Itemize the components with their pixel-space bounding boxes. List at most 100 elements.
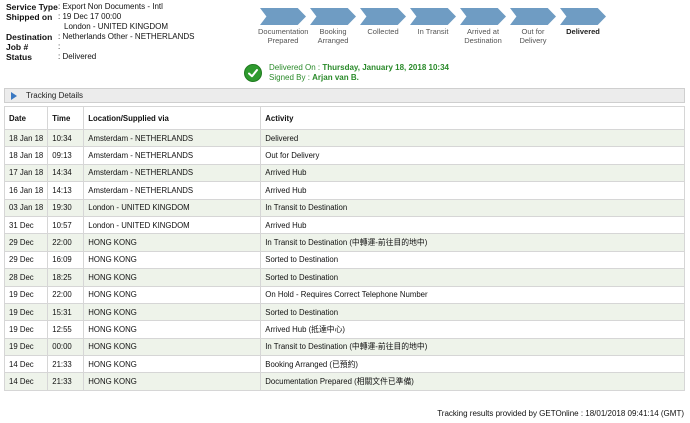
cell-location: Amsterdam - NETHERLANDS	[83, 181, 262, 200]
cell-date: 19 Dec	[3, 302, 49, 322]
step-label: Collected	[367, 27, 399, 36]
table-row: 19 Dec 00:00 HONG KONG In Transit to Des…	[3, 337, 685, 357]
cell-activity: In Transit to Destination (中轉運-前往目的地中)	[260, 337, 685, 357]
origin-value: London - UNITED KINGDOM	[64, 22, 169, 31]
cell-date: 14 Dec	[3, 372, 49, 391]
cell-time: 21:33	[47, 372, 85, 391]
cell-time: 19:30	[47, 198, 85, 217]
table-row: 17 Jan 18 14:34 Amsterdam - NETHERLANDS …	[3, 163, 685, 183]
cell-time: 14:13	[47, 181, 85, 200]
tracking-details-title: Tracking Details	[26, 91, 84, 100]
step-collected: Collected	[358, 8, 408, 45]
cell-activity: Arrived Hub	[260, 181, 685, 200]
table-row: 29 Dec 22:00 HONG KONG In Transit to Des…	[3, 233, 685, 252]
step-booking-arranged: Booking Arranged	[308, 8, 358, 45]
origin-row: London - UNITED KINGDOM	[6, 22, 256, 32]
job-label: Job #	[6, 42, 29, 52]
cell-date: 03 Jan 18	[3, 198, 49, 217]
column-header-location: Location/Supplied via	[83, 106, 262, 130]
step-label: In Transit	[417, 27, 449, 36]
cell-date: 17 Jan 18	[3, 163, 49, 183]
cell-time: 10:34	[47, 128, 85, 148]
expand-triangle-icon[interactable]	[11, 91, 17, 100]
step-in-transit: In Transit	[408, 8, 458, 45]
cell-activity: In Transit to Destination (中轉運-前往目的地中)	[260, 233, 685, 252]
table-row: 19 Dec 12:55 HONG KONG Arrived Hub (抵達中心…	[3, 320, 685, 339]
cell-time: 14:34	[47, 163, 85, 183]
status-value: : Delivered	[58, 52, 97, 61]
table-header-row: Date Time Location/Supplied via Activity	[3, 106, 685, 130]
cell-location: HONG KONG	[83, 372, 262, 391]
table-row: 03 Jan 18 19:30 London - UNITED KINGDOM …	[3, 198, 685, 217]
cell-activity: Arrived Hub (抵達中心)	[260, 320, 685, 339]
step-label: Arrived at Destination	[464, 27, 502, 45]
cell-date: 31 Dec	[3, 215, 49, 235]
column-header-time: Time	[47, 106, 85, 130]
step-documentation-prepared: Documentation Prepared	[258, 8, 308, 45]
cell-date: 19 Dec	[3, 320, 49, 339]
table-row: 19 Dec 15:31 HONG KONG Sorted to Destina…	[3, 302, 685, 322]
cell-time: 00:00	[47, 337, 85, 357]
column-header-date: Date	[3, 106, 49, 130]
cell-activity: Arrived Hub	[260, 163, 685, 183]
job-value: :	[58, 42, 61, 51]
cell-location: HONG KONG	[83, 233, 262, 252]
cell-location: London - UNITED KINGDOM	[83, 215, 262, 235]
table-row: 29 Dec 16:09 HONG KONG Sorted to Destina…	[3, 250, 685, 270]
destination-row: Destination : Netherlands Other - NETHER…	[6, 32, 256, 42]
shipped-on-row: Shipped on : 19 Dec 17 00:00	[6, 12, 256, 22]
table-row: 28 Dec 18:25 HONG KONG Sorted to Destina…	[3, 268, 685, 287]
table-row: 14 Dec 21:33 HONG KONG Documentation Pre…	[3, 372, 685, 391]
cell-activity: Out for Delivery	[260, 146, 685, 165]
service-type-row: Service Type : Export Non Documents - In…	[6, 2, 256, 12]
status-row: Status : Delivered	[6, 52, 256, 62]
cell-time: 12:55	[47, 320, 85, 339]
signed-by-line: Signed By : Arjan van B.	[269, 73, 449, 83]
cell-date: 19 Dec	[3, 285, 49, 304]
step-arrow-icon	[310, 8, 356, 25]
service-type-label: Service Type	[6, 2, 58, 12]
table-row: 14 Dec 21:33 HONG KONG Booking Arranged …	[3, 355, 685, 374]
step-label-active: Delivered	[566, 27, 600, 36]
step-arrow-icon	[260, 8, 306, 25]
cell-date: 18 Jan 18	[3, 146, 49, 165]
signed-by-value: Arjan van B.	[312, 73, 359, 82]
delivered-on-label: Delivered On :	[269, 63, 321, 72]
cell-time: 22:00	[47, 285, 85, 304]
step-label: Out for Delivery	[519, 27, 547, 45]
shipped-on-label: Shipped on	[6, 12, 53, 22]
cell-date: 18 Jan 18	[3, 128, 49, 148]
cell-location: HONG KONG	[83, 250, 262, 270]
step-arrow-icon	[510, 8, 556, 25]
shipped-on-value: : 19 Dec 17 00:00	[58, 12, 122, 21]
cell-location: Amsterdam - NETHERLANDS	[83, 163, 262, 183]
cell-date: 14 Dec	[3, 355, 49, 374]
shipment-info: Service Type : Export Non Documents - In…	[6, 2, 256, 62]
cell-time: 18:25	[47, 268, 85, 287]
cell-time: 16:09	[47, 250, 85, 270]
table-row: 31 Dec 10:57 London - UNITED KINGDOM Arr…	[3, 215, 685, 235]
tracking-details-toggle[interactable]: Tracking Details	[4, 88, 685, 103]
step-label: Documentation Prepared	[258, 27, 309, 45]
cell-time: 09:13	[47, 146, 85, 165]
cell-activity: Sorted to Destination	[260, 250, 685, 270]
table-row: 18 Jan 18 10:34 Amsterdam - NETHERLANDS …	[3, 128, 685, 148]
job-row: Job # :	[6, 42, 256, 52]
cell-activity: On Hold - Requires Correct Telephone Num…	[260, 285, 685, 304]
cell-date: 29 Dec	[3, 233, 49, 252]
cell-location: HONG KONG	[83, 268, 262, 287]
column-header-activity: Activity	[260, 106, 685, 130]
cell-activity: Sorted to Destination	[260, 302, 685, 322]
cell-date: 28 Dec	[3, 268, 49, 287]
step-delivered: Delivered	[558, 8, 608, 45]
cell-activity: In Transit to Destination	[260, 198, 685, 217]
tracking-footer: Tracking results provided by GETOnline :…	[437, 409, 684, 418]
delivery-summary: Delivered On : Thursday, January 18, 201…	[244, 63, 449, 83]
step-out-for-delivery: Out for Delivery	[508, 8, 558, 45]
delivered-on-value: Thursday, January 18, 2018 10:34	[322, 63, 449, 72]
table-row: 19 Dec 22:00 HONG KONG On Hold - Require…	[3, 285, 685, 304]
cell-location: Amsterdam - NETHERLANDS	[83, 146, 262, 165]
cell-location: HONG KONG	[83, 302, 262, 322]
cell-date: 29 Dec	[3, 250, 49, 270]
service-type-value: : Export Non Documents - Intl	[58, 2, 163, 11]
